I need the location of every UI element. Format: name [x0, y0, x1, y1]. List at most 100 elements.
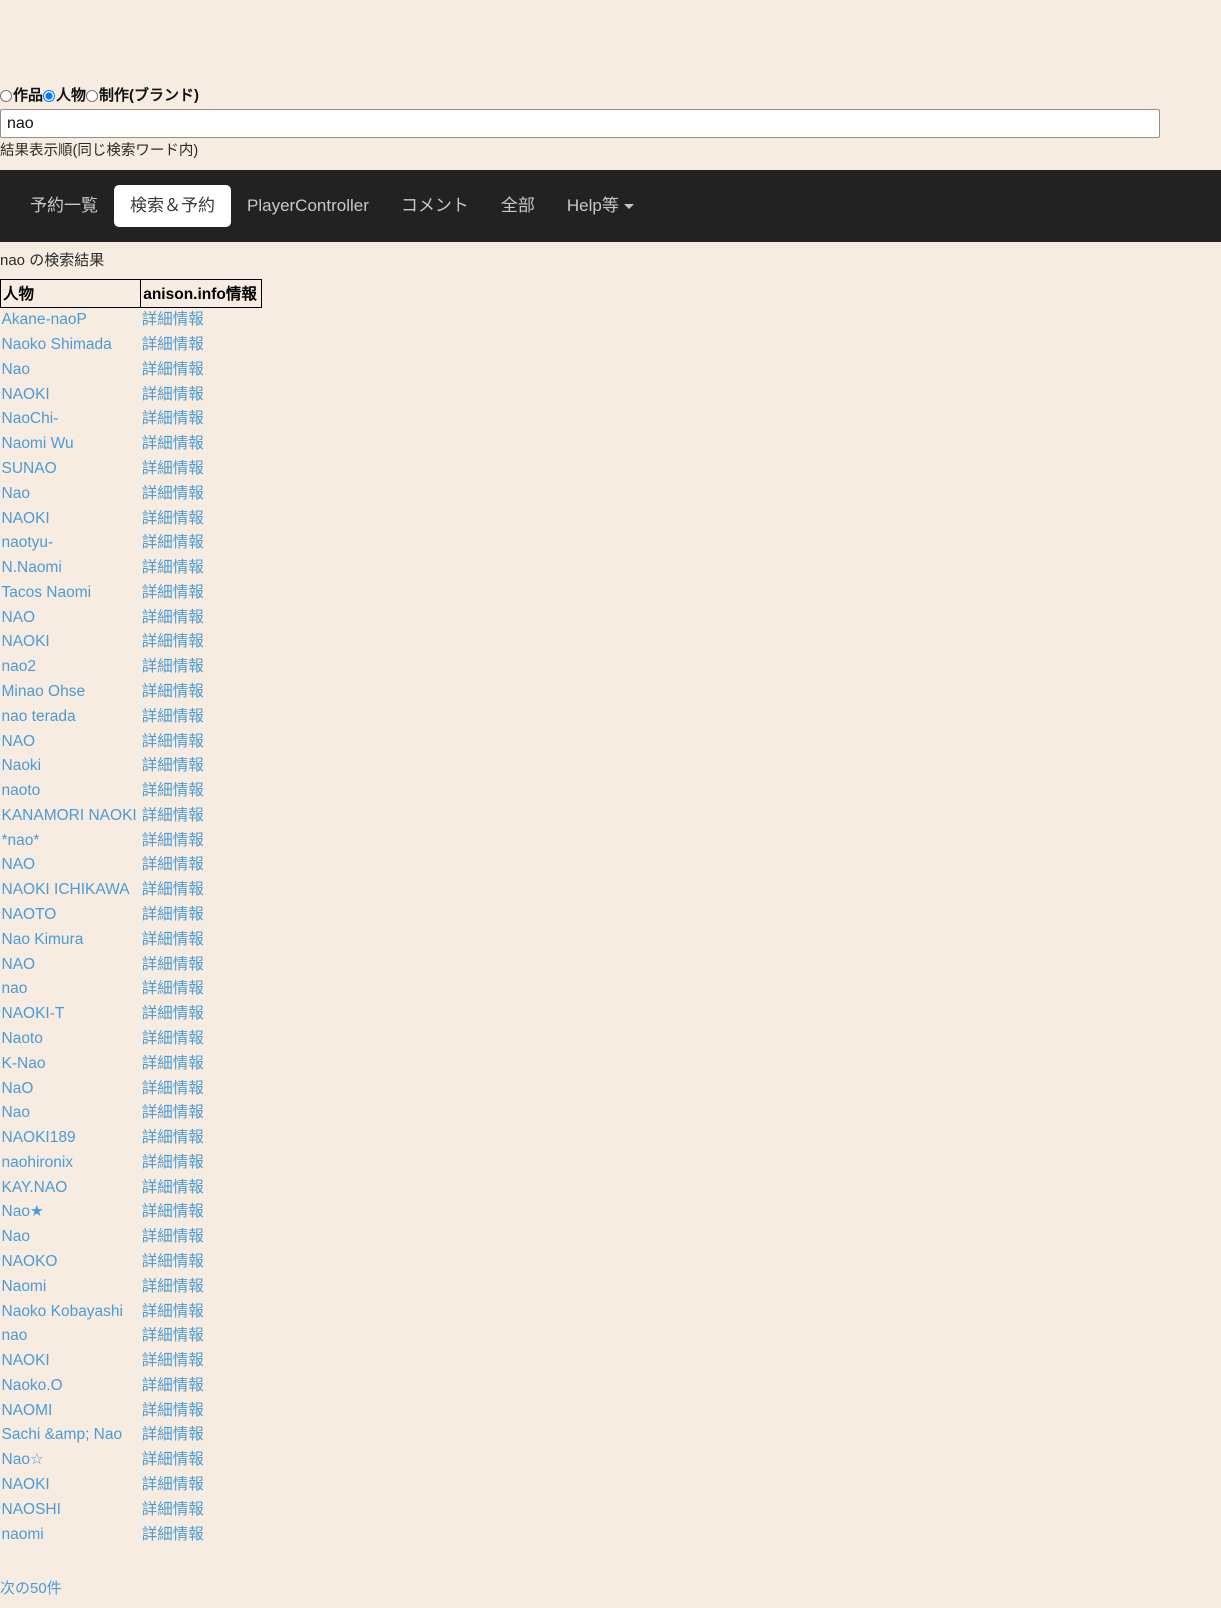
nav-item-help[interactable]: Help等	[551, 185, 650, 227]
detail-info-link[interactable]: 詳細情報	[142, 1080, 204, 1097]
person-link[interactable]: Nao★	[2, 1203, 44, 1220]
person-link[interactable]: NAOTO	[2, 906, 57, 923]
nav-item-item[interactable]: 検索＆予約	[114, 185, 231, 228]
detail-info-link[interactable]: 詳細情報	[142, 336, 204, 353]
person-link[interactable]: Naomi Wu	[2, 435, 74, 452]
detail-info-link[interactable]: 詳細情報	[142, 1501, 204, 1518]
person-link[interactable]: Naoko Kobayashi	[2, 1303, 124, 1320]
detail-info-link[interactable]: 詳細情報	[142, 1005, 204, 1022]
detail-info-link[interactable]: 詳細情報	[142, 733, 204, 750]
person-link[interactable]: N.Naomi	[2, 559, 62, 576]
person-link[interactable]: Nao☆	[2, 1451, 44, 1468]
detail-info-link[interactable]: 詳細情報	[142, 311, 204, 328]
nav-item-item[interactable]: コメント	[385, 185, 485, 227]
person-link[interactable]: NAOKI	[2, 386, 50, 403]
person-link[interactable]: naohironix	[2, 1154, 74, 1171]
detail-info-link[interactable]: 詳細情報	[142, 386, 204, 403]
person-link[interactable]: K-Nao	[2, 1055, 46, 1072]
detail-info-link[interactable]: 詳細情報	[142, 361, 204, 378]
detail-info-link[interactable]: 詳細情報	[142, 435, 204, 452]
detail-info-link[interactable]: 詳細情報	[142, 1352, 204, 1369]
detail-info-link[interactable]: 詳細情報	[142, 534, 204, 551]
person-link[interactable]: Sachi &amp; Nao	[2, 1426, 123, 1443]
nav-item-item[interactable]: 予約一覧	[14, 185, 114, 227]
detail-info-link[interactable]: 詳細情報	[142, 1154, 204, 1171]
detail-info-link[interactable]: 詳細情報	[142, 1402, 204, 1419]
person-link[interactable]: Naoko Shimada	[2, 336, 112, 353]
detail-info-link[interactable]: 詳細情報	[142, 1327, 204, 1344]
person-link[interactable]: naotyu-	[2, 534, 54, 551]
person-link[interactable]: nao	[2, 980, 28, 997]
person-link[interactable]: Akane-naoP	[2, 311, 87, 328]
detail-info-link[interactable]: 詳細情報	[142, 633, 204, 650]
detail-info-link[interactable]: 詳細情報	[142, 708, 204, 725]
detail-info-link[interactable]: 詳細情報	[142, 410, 204, 427]
detail-info-link[interactable]: 詳細情報	[142, 881, 204, 898]
person-link[interactable]: Naoto	[2, 1030, 43, 1047]
radio-jinbutsu-input[interactable]	[43, 90, 56, 102]
nav-item-item[interactable]: 全部	[485, 185, 551, 227]
detail-info-link[interactable]: 詳細情報	[142, 807, 204, 824]
person-link[interactable]: SUNAO	[2, 460, 57, 477]
person-link[interactable]: NAOKI	[2, 510, 50, 527]
person-link[interactable]: nao	[2, 1327, 28, 1344]
person-link[interactable]: Nao	[2, 361, 30, 378]
detail-info-link[interactable]: 詳細情報	[142, 510, 204, 527]
person-link[interactable]: Naoki	[2, 757, 42, 774]
nav-item-playercontroller[interactable]: PlayerController	[231, 185, 385, 227]
radio-seisaku[interactable]: 制作(ブランド)	[86, 88, 199, 103]
detail-info-link[interactable]: 詳細情報	[142, 956, 204, 973]
person-link[interactable]: KANAMORI NAOKI	[2, 807, 137, 824]
detail-info-link[interactable]: 詳細情報	[142, 1055, 204, 1072]
detail-info-link[interactable]: 詳細情報	[142, 1253, 204, 1270]
detail-info-link[interactable]: 詳細情報	[142, 1426, 204, 1443]
detail-info-link[interactable]: 詳細情報	[142, 1451, 204, 1468]
detail-info-link[interactable]: 詳細情報	[142, 782, 204, 799]
person-link[interactable]: Minao Ohse	[2, 683, 86, 700]
person-link[interactable]: Nao Kimura	[2, 931, 84, 948]
person-link[interactable]: Naoko.O	[2, 1377, 63, 1394]
detail-info-link[interactable]: 詳細情報	[142, 757, 204, 774]
radio-seisaku-input[interactable]	[86, 90, 99, 102]
person-link[interactable]: nao terada	[2, 708, 76, 725]
person-link[interactable]: NAOSHI	[2, 1501, 61, 1518]
detail-info-link[interactable]: 詳細情報	[142, 1203, 204, 1220]
person-link[interactable]: naomi	[2, 1526, 44, 1543]
detail-info-link[interactable]: 詳細情報	[142, 559, 204, 576]
detail-info-link[interactable]: 詳細情報	[142, 1179, 204, 1196]
person-link[interactable]: NAO	[2, 956, 36, 973]
detail-info-link[interactable]: 詳細情報	[142, 931, 204, 948]
person-link[interactable]: NaO	[2, 1080, 34, 1097]
search-input[interactable]	[0, 109, 1160, 138]
person-link[interactable]: naoto	[2, 782, 41, 799]
detail-info-link[interactable]: 詳細情報	[142, 1104, 204, 1121]
person-link[interactable]: NAOKI-T	[2, 1005, 65, 1022]
person-link[interactable]: Nao	[2, 485, 30, 502]
detail-info-link[interactable]: 詳細情報	[142, 1377, 204, 1394]
person-link[interactable]: NAOKO	[2, 1253, 58, 1270]
detail-info-link[interactable]: 詳細情報	[142, 1278, 204, 1295]
person-link[interactable]: NAOKI	[2, 633, 50, 650]
detail-info-link[interactable]: 詳細情報	[142, 906, 204, 923]
person-link[interactable]: NAOKI	[2, 1476, 50, 1493]
person-link[interactable]: NAO	[2, 856, 36, 873]
detail-info-link[interactable]: 詳細情報	[142, 1476, 204, 1493]
detail-info-link[interactable]: 詳細情報	[142, 1129, 204, 1146]
detail-info-link[interactable]: 詳細情報	[142, 1228, 204, 1245]
person-link[interactable]: NAOMI	[2, 1402, 53, 1419]
person-link[interactable]: NaoChi-	[2, 410, 59, 427]
person-link[interactable]: Tacos Naomi	[2, 584, 92, 601]
radio-sakuhin-input[interactable]	[0, 90, 12, 102]
detail-info-link[interactable]: 詳細情報	[142, 683, 204, 700]
person-link[interactable]: Nao	[2, 1104, 30, 1121]
detail-info-link[interactable]: 詳細情報	[142, 856, 204, 873]
detail-info-link[interactable]: 詳細情報	[142, 832, 204, 849]
radio-jinbutsu[interactable]: 人物	[43, 88, 86, 103]
person-link[interactable]: NAO	[2, 609, 36, 626]
radio-sakuhin[interactable]: 作品	[0, 88, 43, 103]
person-link[interactable]: KAY.NAO	[2, 1179, 68, 1196]
detail-info-link[interactable]: 詳細情報	[142, 485, 204, 502]
person-link[interactable]: *nao*	[2, 832, 40, 849]
person-link[interactable]: NAOKI189	[2, 1129, 76, 1146]
detail-info-link[interactable]: 詳細情報	[142, 460, 204, 477]
